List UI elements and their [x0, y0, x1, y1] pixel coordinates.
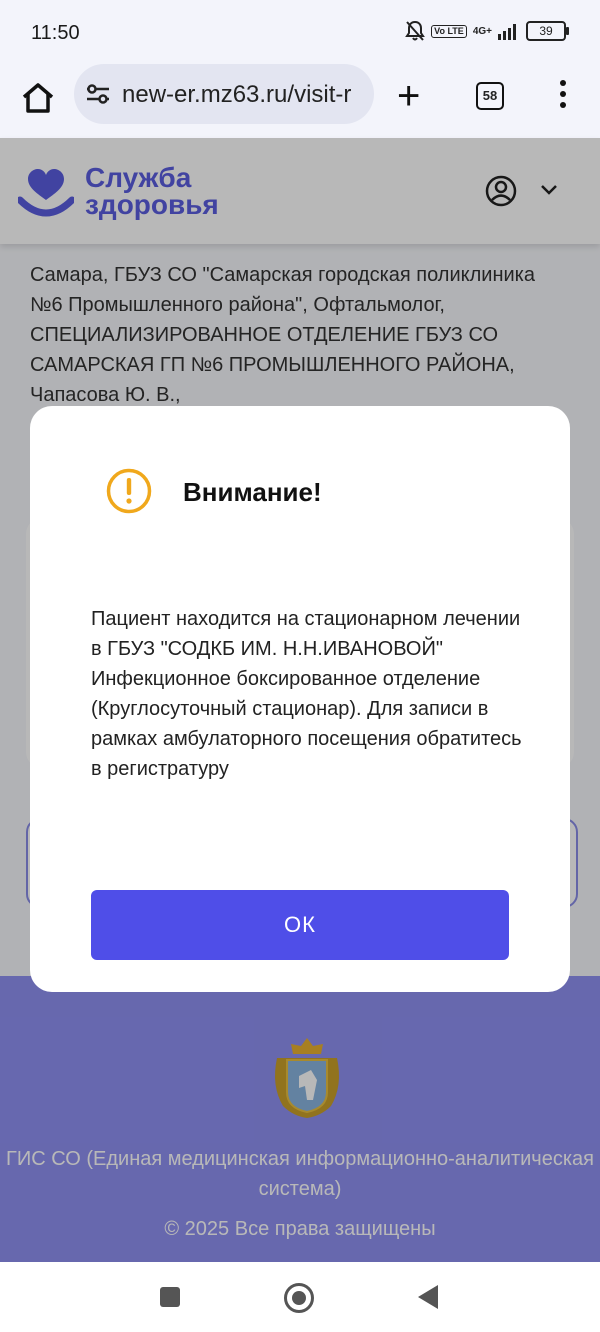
dialog-title: Внимание! — [183, 477, 322, 507]
home-icon[interactable] — [18, 78, 58, 118]
status-bar: 11:50 Vo LTE 4G+ 39 — [0, 0, 600, 66]
battery-icon: 39 — [526, 21, 569, 41]
tabs-icon[interactable]: 58 — [476, 82, 504, 110]
volte-icon: Vo LTE — [431, 24, 467, 38]
home-circle-icon[interactable] — [284, 1283, 314, 1313]
status-icons: Vo LTE 4G+ 39 — [405, 20, 569, 42]
dialog-message: Пациент находится на стационарном лечени… — [91, 608, 522, 780]
bell-off-icon — [405, 20, 426, 41]
network-type: 4G+ — [472, 25, 492, 37]
back-icon[interactable] — [418, 1285, 438, 1309]
attention-dialog: Внимание! Пациент находится на стационар… — [30, 406, 570, 992]
ok-button[interactable]: ОК — [91, 890, 509, 960]
system-nav-bar — [0, 1262, 600, 1332]
recents-icon[interactable] — [160, 1287, 180, 1307]
plus-icon[interactable]: + — [397, 76, 420, 116]
more-vert-icon[interactable] — [556, 80, 570, 110]
url-text[interactable]: new-er.mz63.ru/visit-r — [122, 81, 351, 109]
browser-toolbar: new-er.mz63.ru/visit-r + 58 — [0, 64, 600, 138]
signal-icon — [498, 24, 516, 40]
warning-icon — [106, 468, 152, 514]
status-time: 11:50 — [31, 22, 80, 44]
tune-icon[interactable] — [84, 80, 112, 108]
address-bar[interactable]: new-er.mz63.ru/visit-r — [74, 64, 374, 124]
